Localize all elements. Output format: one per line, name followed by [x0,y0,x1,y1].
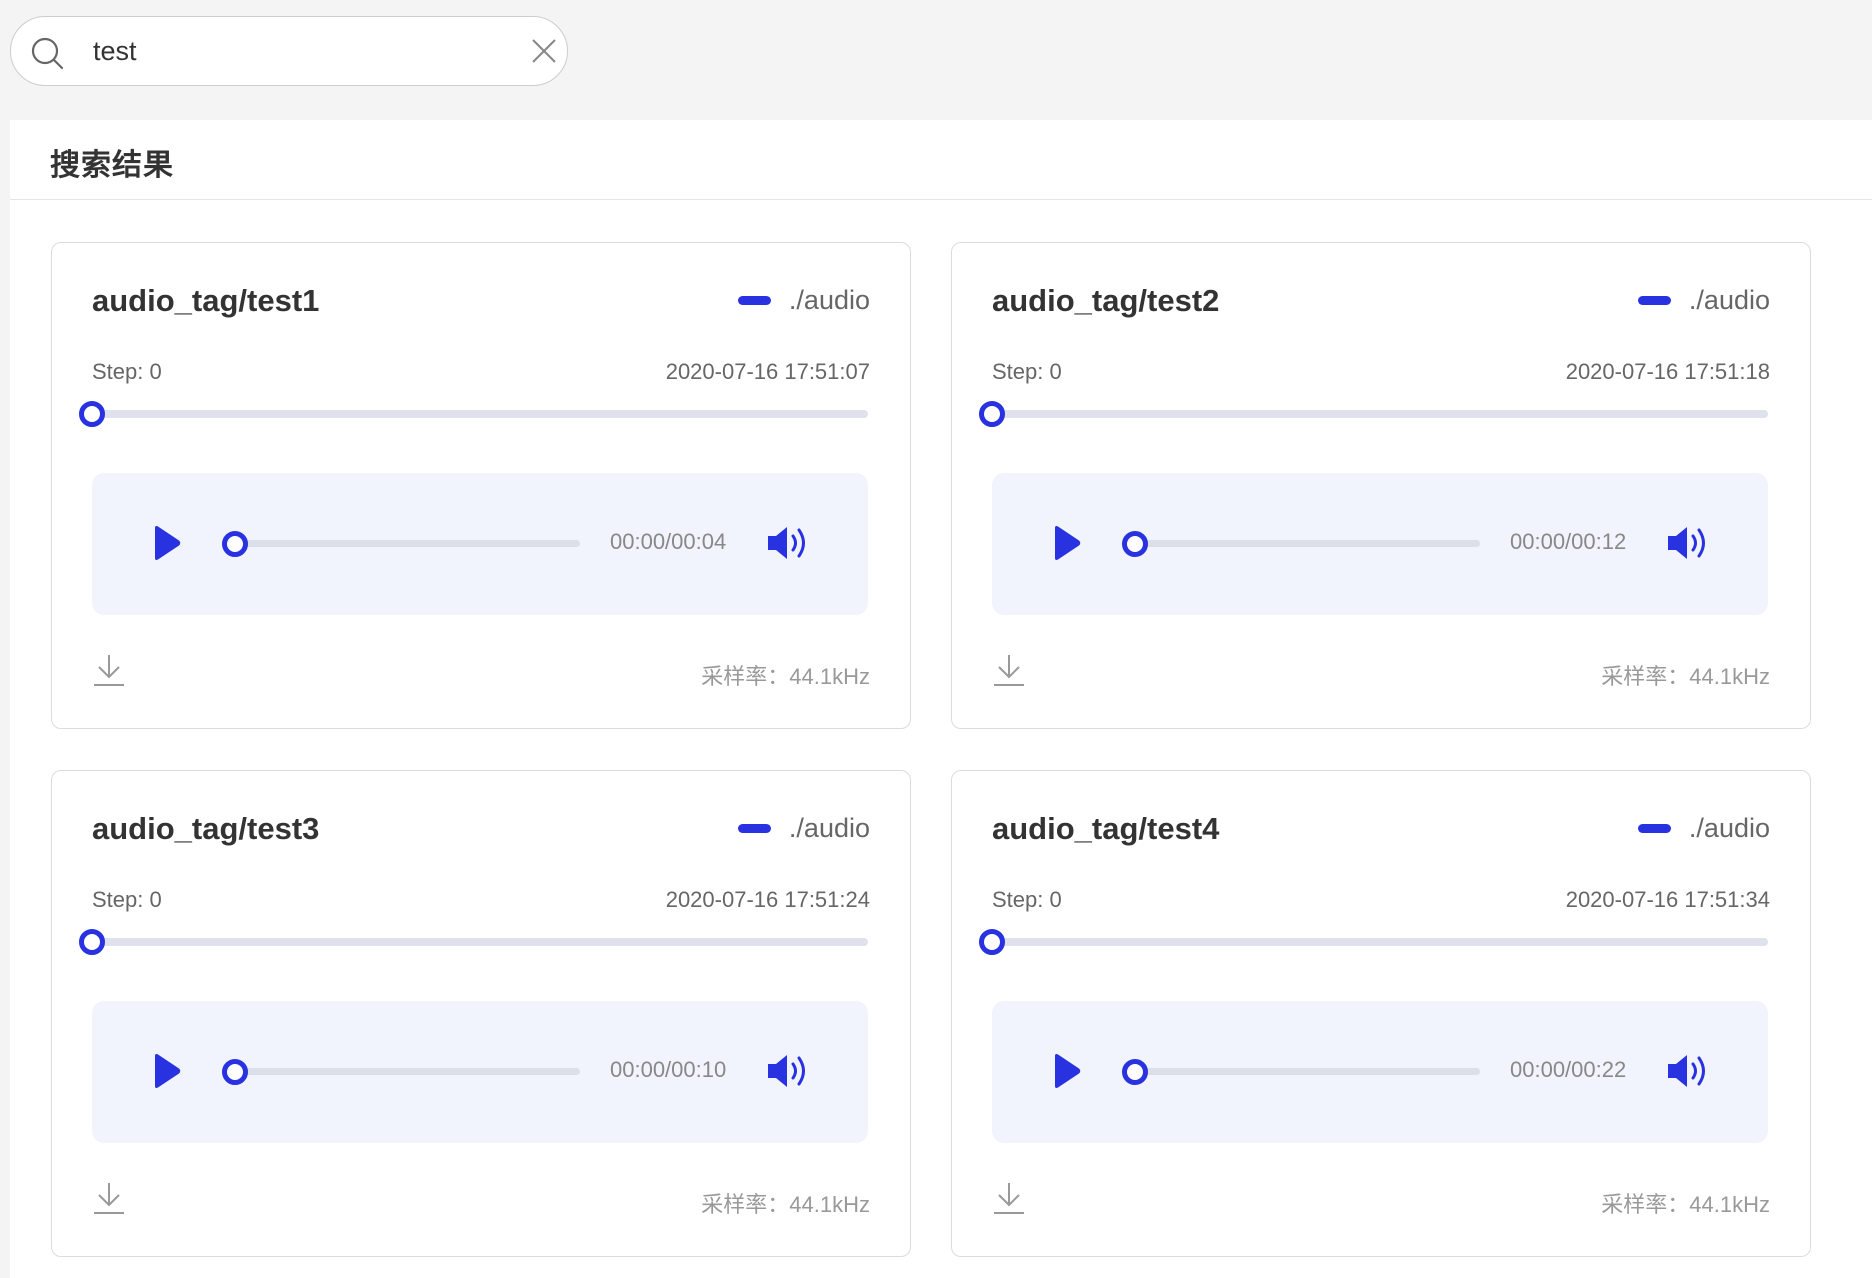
volume-icon[interactable] [1666,1051,1710,1091]
audio-card: audio_tag/test2 ./audio Step: 0 2020-07-… [951,242,1811,729]
run-name: ./audio [788,813,870,843]
step-slider-thumb[interactable] [79,401,105,427]
run-label: ./audio [1637,813,1770,844]
audio-time: 00:00/00:10 [610,1057,727,1082]
play-icon[interactable] [1052,525,1082,561]
step-slider[interactable] [79,401,868,427]
card-tag-title: audio_tag/test3 [92,811,320,846]
audio-progress-thumb[interactable] [222,530,248,557]
audio-progress-thumb[interactable] [1122,1058,1148,1085]
wall-time: 2020-07-16 17:51:34 [1565,887,1770,912]
close-icon[interactable] [529,36,559,66]
search-icon [31,37,64,70]
step-slider-thumb[interactable] [79,929,105,955]
page-title: 搜索结果 [50,149,174,182]
download-icon[interactable] [92,653,126,687]
audio-card: audio_tag/test1 ./audio Step: 0 2020-07-… [51,242,911,729]
card-tag-title: audio_tag/test4 [992,811,1220,846]
run-name: ./audio [1688,285,1770,315]
run-label: ./audio [737,285,870,316]
audio-progress-track[interactable] [222,530,580,557]
audio-time: 00:00/00:12 [1510,529,1627,554]
step-slider[interactable] [79,929,868,955]
step-label: Step: 0 [92,359,162,384]
step-slider-thumb[interactable] [979,929,1005,955]
audio-progress-thumb[interactable] [222,1058,248,1085]
audio-progress-track[interactable] [1122,530,1480,557]
run-label: ./audio [1637,285,1770,316]
run-name: ./audio [788,285,870,315]
step-slider[interactable] [979,929,1768,955]
search-input[interactable] [83,31,533,71]
audio-progress-track[interactable] [222,1058,580,1085]
download-icon[interactable] [992,1181,1026,1215]
run-color-swatch [737,824,771,833]
download-icon[interactable] [92,1181,126,1215]
audio-card: audio_tag/test4 ./audio Step: 0 2020-07-… [951,770,1811,1257]
search-box[interactable] [10,16,568,86]
run-color-swatch [1637,824,1671,833]
audio-time: 00:00/00:22 [1510,1057,1627,1082]
play-icon[interactable] [152,525,182,561]
run-name: ./audio [1688,813,1770,843]
run-color-swatch [737,296,771,305]
volume-icon[interactable] [1666,523,1710,563]
step-label: Step: 0 [92,887,162,912]
panel-header: 搜索结果 [10,120,1872,200]
play-icon[interactable] [1052,1053,1082,1089]
run-label: ./audio [737,813,870,844]
step-slider-thumb[interactable] [979,401,1005,427]
volume-icon[interactable] [766,1051,810,1091]
sample-rate: 采样率：44.1kHz [1601,1192,1770,1217]
step-label: Step: 0 [992,887,1062,912]
sample-rate: 采样率：44.1kHz [1601,664,1770,689]
sample-rate: 采样率：44.1kHz [701,1192,870,1217]
wall-time: 2020-07-16 17:51:18 [1565,359,1770,384]
sample-rate: 采样率：44.1kHz [701,664,870,689]
run-color-swatch [1637,296,1671,305]
wall-time: 2020-07-16 17:51:24 [665,887,870,912]
audio-player: 00:00/00:22 [992,1001,1768,1143]
card-tag-title: audio_tag/test1 [92,283,320,318]
volume-icon[interactable] [766,523,810,563]
audio-progress-thumb[interactable] [1122,530,1148,557]
step-slider[interactable] [979,401,1768,427]
audio-progress-track[interactable] [1122,1058,1480,1085]
card-tag-title: audio_tag/test2 [992,283,1220,318]
audio-player: 00:00/00:04 [92,473,868,615]
audio-player: 00:00/00:10 [92,1001,868,1143]
play-icon[interactable] [152,1053,182,1089]
audio-player: 00:00/00:12 [992,473,1768,615]
audio-time: 00:00/00:04 [610,529,727,554]
audio-card: audio_tag/test3 ./audio Step: 0 2020-07-… [51,770,911,1257]
wall-time: 2020-07-16 17:51:07 [665,359,870,384]
step-label: Step: 0 [992,359,1062,384]
download-icon[interactable] [992,653,1026,687]
